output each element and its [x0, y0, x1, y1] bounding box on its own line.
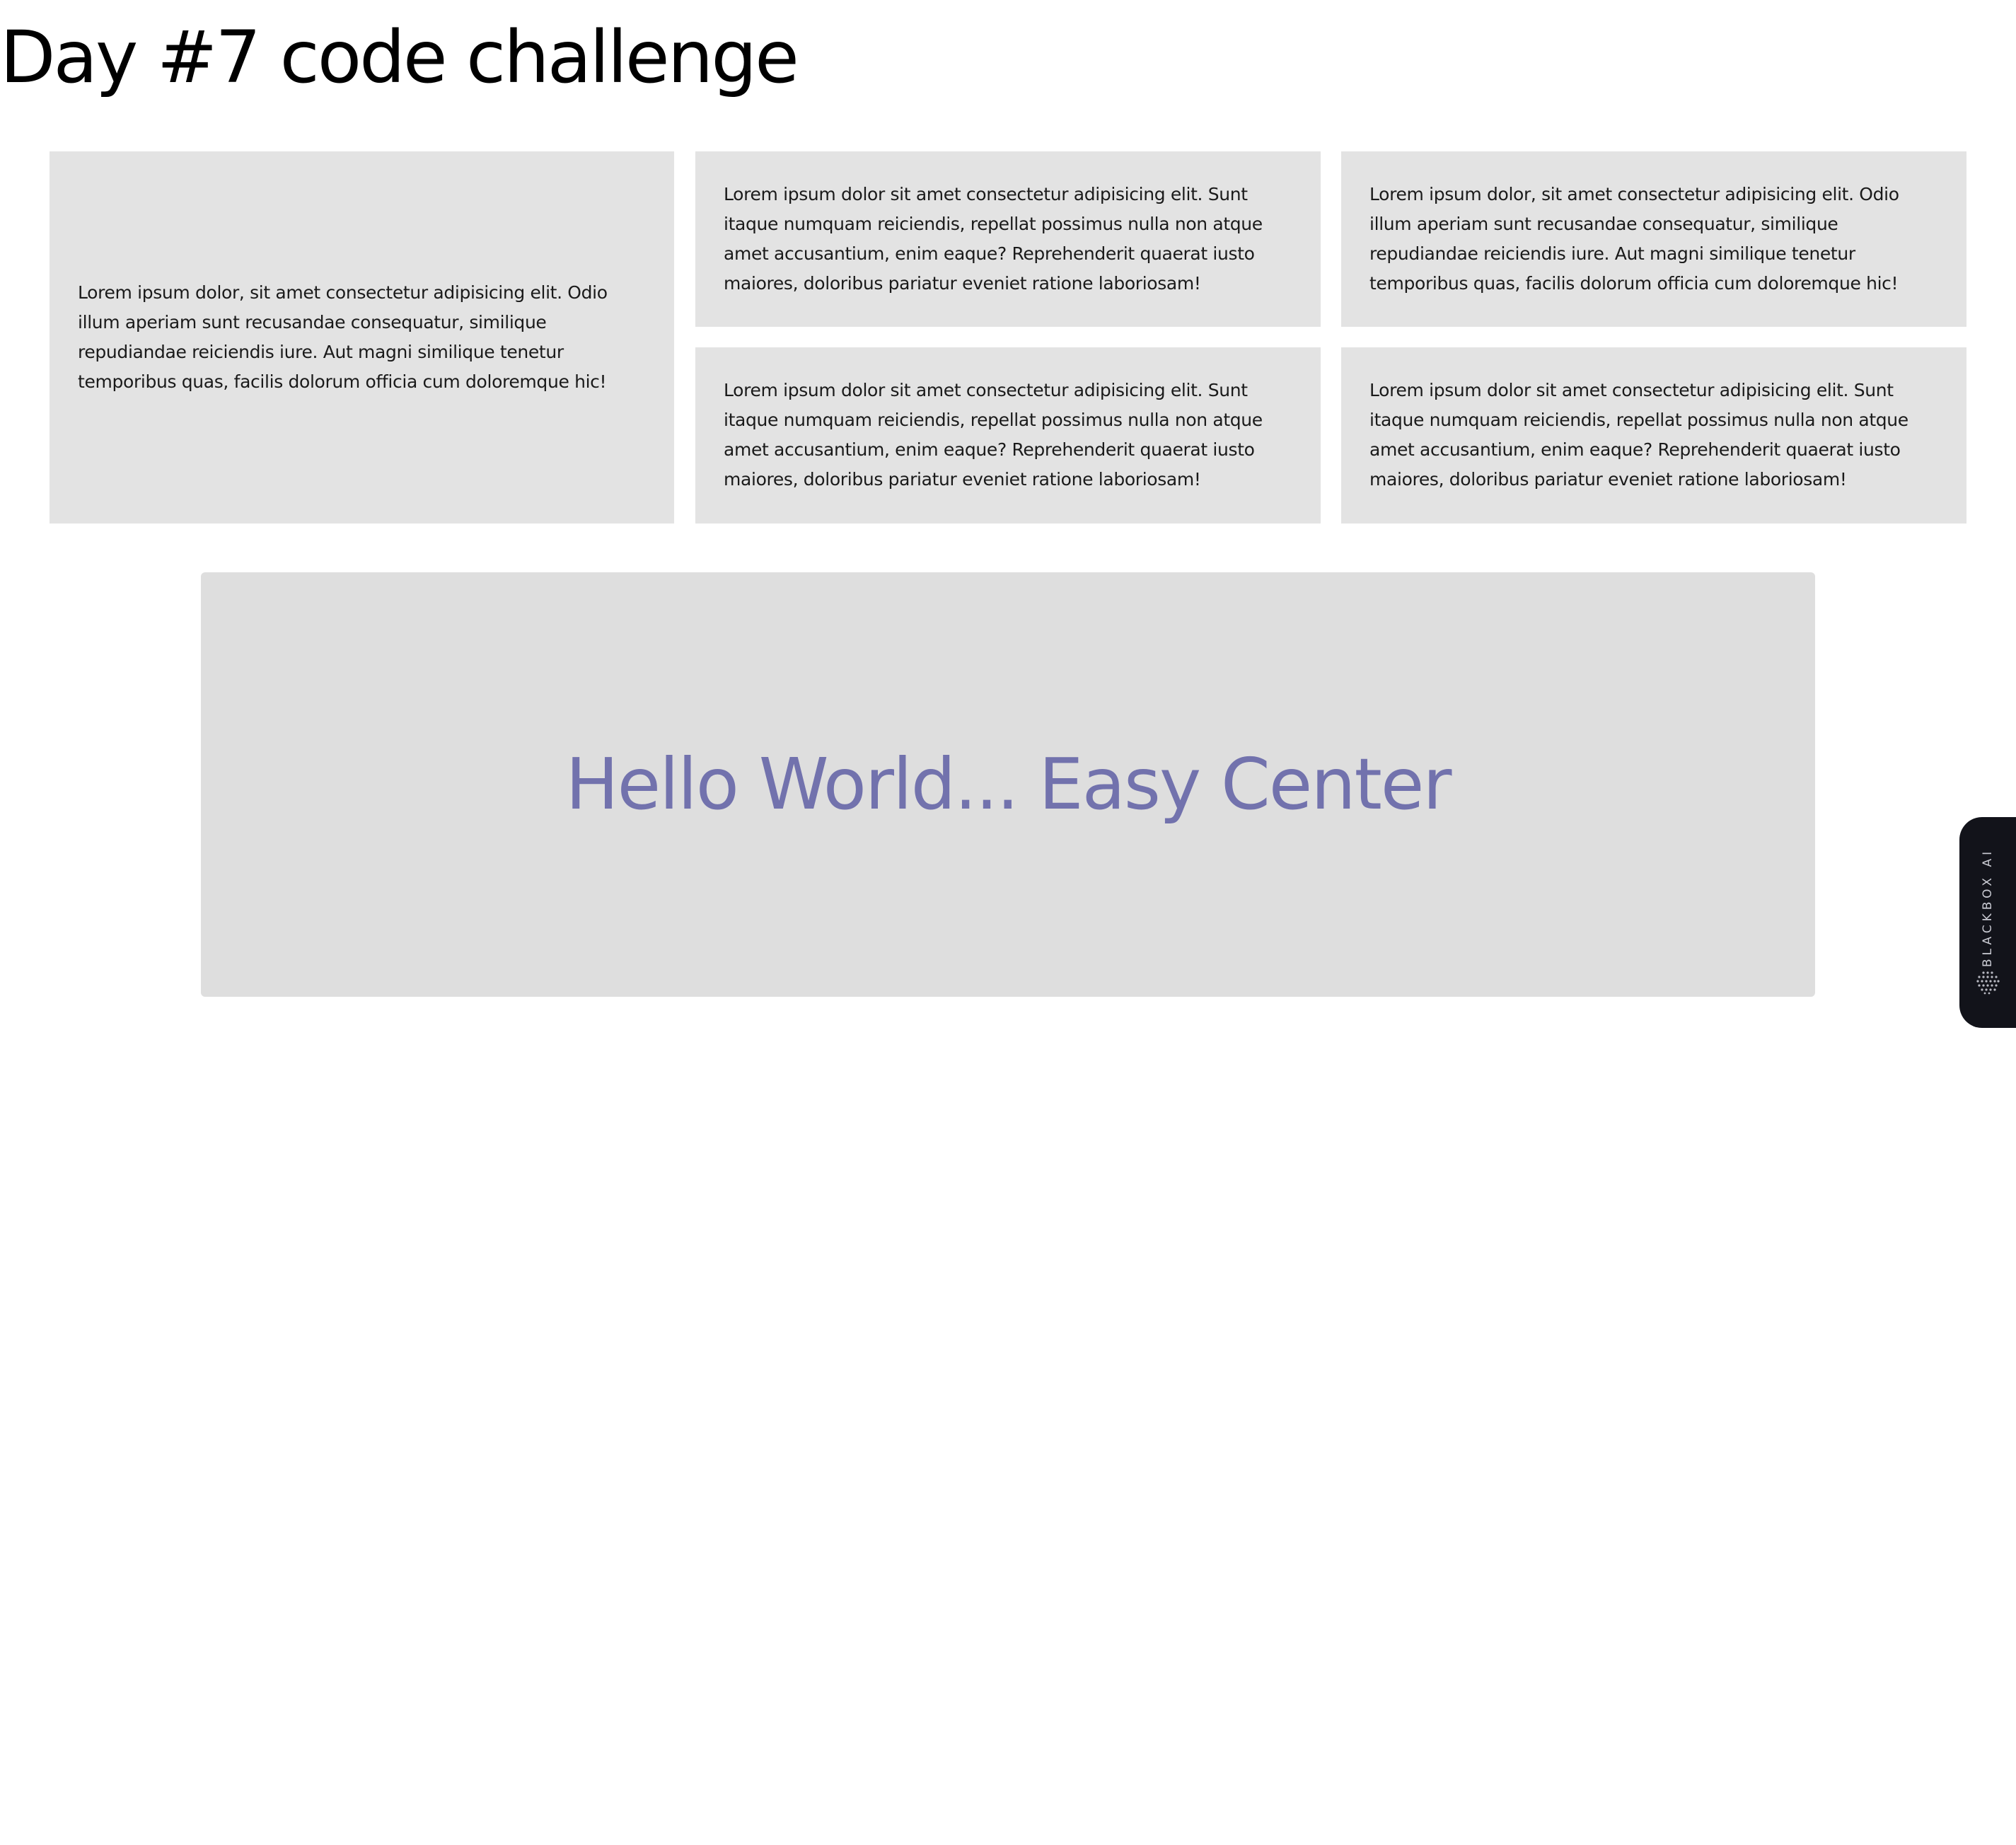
- center-box: Hello World... Easy Center: [201, 572, 1815, 997]
- card-text: Lorem ipsum dolor, sit amet consectetur …: [1369, 184, 1899, 294]
- center-heading: Hello World... Easy Center: [565, 743, 1452, 826]
- page-title: Day #7 code challenge: [0, 16, 799, 100]
- grid-card-tall: Lorem ipsum dolor, sit amet consectetur …: [50, 151, 674, 524]
- blackbox-ai-widget[interactable]: BLACKBOX AI: [1959, 817, 2016, 1028]
- card-text: Lorem ipsum dolor, sit amet consectetur …: [78, 282, 608, 392]
- card-text: Lorem ipsum dolor sit amet consectetur a…: [724, 184, 1263, 294]
- grid-card: Lorem ipsum dolor sit amet consectetur a…: [1341, 347, 1966, 524]
- widget-label: BLACKBOX AI: [1981, 848, 1995, 968]
- grid-card: Lorem ipsum dolor sit amet consectetur a…: [695, 347, 1321, 524]
- grid-card: Lorem ipsum dolor sit amet consectetur a…: [695, 151, 1321, 327]
- blackbox-logo-icon: [1975, 970, 2000, 998]
- card-text: Lorem ipsum dolor sit amet consectetur a…: [1369, 380, 1908, 490]
- grid-card: Lorem ipsum dolor, sit amet consectetur …: [1341, 151, 1966, 327]
- card-text: Lorem ipsum dolor sit amet consectetur a…: [724, 380, 1263, 490]
